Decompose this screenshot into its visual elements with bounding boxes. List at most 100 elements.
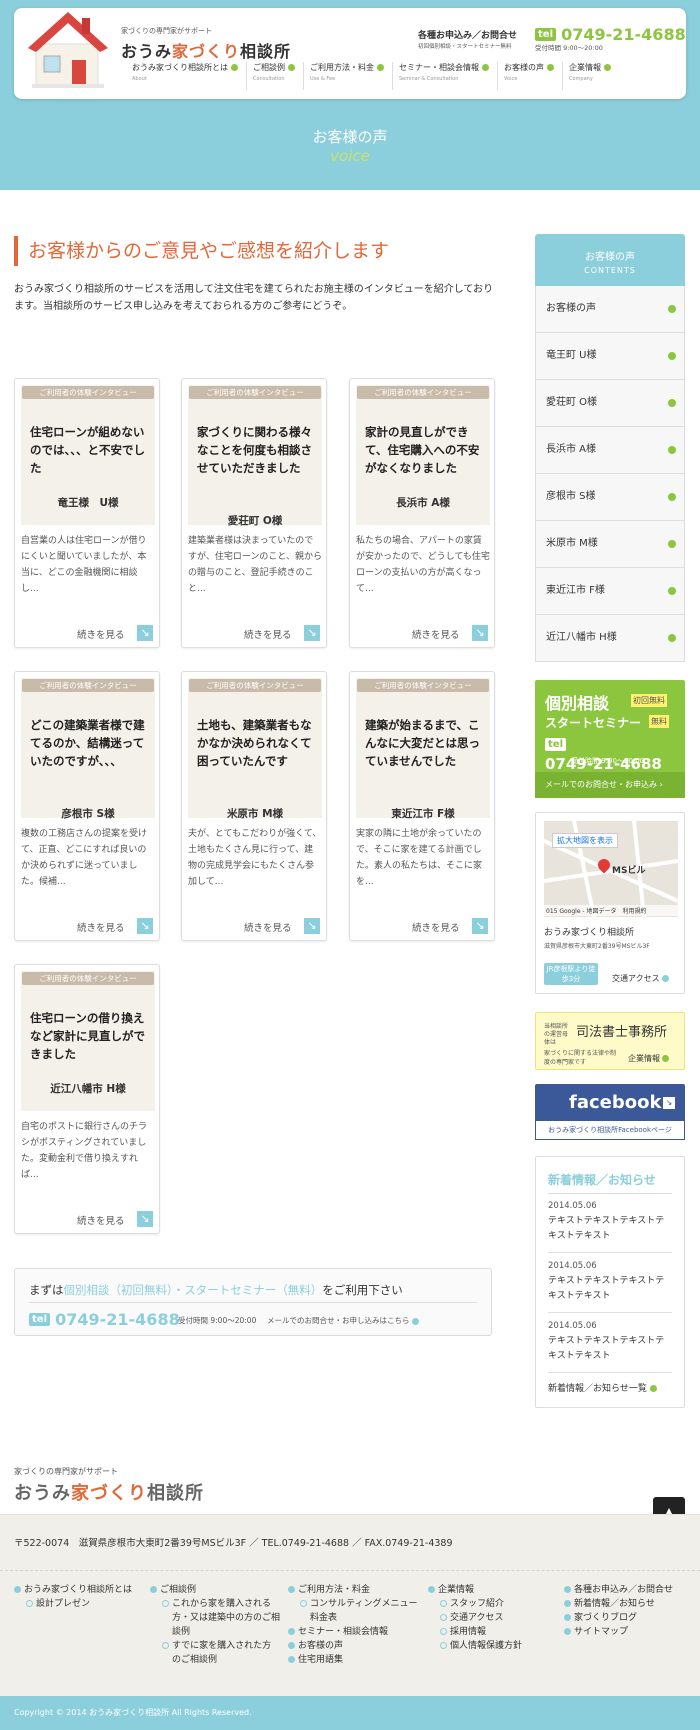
footer-link[interactable]: おうみ家づくり相談所とは — [14, 1583, 144, 1597]
footer-sublink[interactable]: これから家を購入される方・又は建築中の方のご相談例 — [150, 1597, 280, 1639]
cta-mail-link[interactable]: メールでのお問合せ・お申し込みはこちら — [267, 1315, 419, 1326]
footer-sublink[interactable]: 採用情報 — [428, 1625, 558, 1639]
sidebar-item[interactable]: 愛荘町 O様 — [535, 380, 685, 427]
arrow-circle-icon — [604, 64, 611, 71]
footer-sublink[interactable]: すでに家を購入された方のご相談例 — [150, 1639, 280, 1667]
footer-link[interactable]: お客様の声 — [288, 1639, 418, 1653]
consultation-banner[interactable]: 個別相談 初回無料 スタートセミナー 無料 tel 0749-21-4688 受… — [535, 680, 685, 798]
card-body: 実家の隣に土地が余っていたので、そこに家を建てる計画でした。素人の私たちは、そこ… — [356, 829, 483, 887]
footer-col: ご利用方法・料金 コンサルティングメニュー料金表 セミナー・相談会情報 お客様の… — [288, 1583, 418, 1667]
arrow-down-right-icon[interactable]: ↘ — [137, 1211, 153, 1227]
consultation-cta: まずは個別相談（初回無料）・スタートセミナー（無料）をご利用下さい tel 07… — [14, 1268, 492, 1336]
read-more-link[interactable]: 続きを見る — [77, 627, 125, 641]
footer-sublink[interactable]: 設計プレゼン — [14, 1597, 144, 1611]
footer-link[interactable]: サイトマップ — [564, 1625, 694, 1639]
sidebar-item[interactable]: お客様の声 — [535, 286, 685, 333]
card-name: 竜王様 U様 — [57, 497, 119, 509]
office-address: 滋賀県彦根市大東町2番39号MSビル3F — [544, 943, 650, 950]
shiho-title: 司法書士事務所 — [576, 1025, 668, 1040]
footer-link[interactable]: 新着情報／お知らせ — [564, 1597, 694, 1611]
nav-company[interactable]: 企業情報 Company — [562, 62, 619, 90]
footer-link[interactable]: セミナー・相談会情報 — [288, 1625, 418, 1639]
footer-sublink[interactable]: コンサルティングメニュー料金表 — [288, 1597, 418, 1625]
footer-sublink[interactable]: 交通アクセス — [428, 1611, 558, 1625]
sidebar-item[interactable]: 近江八幡市 H様 — [535, 615, 685, 662]
banner-mail-link[interactable]: メールでのお問合せ・お申込み › — [535, 772, 685, 798]
sidebar-item-label: 愛荘町 O様 — [546, 397, 598, 408]
read-more-link[interactable]: 続きを見る — [412, 627, 460, 641]
read-more-link[interactable]: 続きを見る — [77, 920, 125, 934]
map[interactable]: 拡大地図を表示 MSビル 015 Google - 地図データ 利用規約 — [544, 821, 678, 917]
footer-logo[interactable]: おうみ家づくり相談所 — [14, 1479, 204, 1505]
arrow-circle-icon — [668, 587, 676, 595]
news-item[interactable]: 2014.05.06 テキストテキストテキストテキストテキスト — [548, 1321, 672, 1373]
voice-card[interactable]: ご利用者の体験インタビュー どこの建築業者様で建てるのか、結構迷っていたのですが… — [14, 671, 160, 941]
footer-sublink[interactable]: 個人情報保護方針 — [428, 1639, 558, 1653]
arrow-down-right-icon[interactable]: ↘ — [304, 918, 320, 934]
access-link[interactable]: 交通アクセス — [612, 973, 669, 984]
arrow-down-right-icon[interactable]: ↘ — [137, 625, 153, 641]
voice-card[interactable]: ご利用者の体験インタビュー 建築が始まるまで、こんなに大変だとは思っていませんで… — [349, 671, 495, 941]
cta-highlight-link[interactable]: 個別相談（初回無料）・スタートセミナー（無料） — [64, 1283, 323, 1297]
footer-link[interactable]: 各種お申込み／お問合せ — [564, 1583, 694, 1597]
arrow-down-right-icon[interactable]: ↘ — [472, 918, 488, 934]
sidebar-title: お客様の声 — [585, 252, 635, 263]
arrow-circle-icon — [662, 1055, 669, 1062]
house-logo-icon[interactable] — [22, 8, 114, 90]
footer-link[interactable]: 住宅用語集 — [288, 1653, 418, 1667]
news-item[interactable]: 2014.05.06 テキストテキストテキストテキストテキスト — [548, 1201, 672, 1253]
arrow-down-right-icon[interactable]: ↘ — [304, 625, 320, 641]
sidebar-item[interactable]: 米原市 M様 — [535, 521, 685, 568]
voice-card[interactable]: ご利用者の体験インタビュー 家づくりに関わる様々なことを何度も相談させていただき… — [181, 378, 327, 648]
card-tag: ご利用者の体験インタビュー — [22, 679, 154, 692]
enlarge-map-link[interactable]: 拡大地図を表示 — [552, 833, 618, 848]
page-subtitle: voice — [330, 147, 370, 165]
nav-consultation[interactable]: ご相談例 Consultation — [246, 62, 303, 90]
arrow-down-right-icon[interactable]: ↘ — [137, 918, 153, 934]
sidebar-item[interactable]: 彦根市 S様 — [535, 474, 685, 521]
company-info-link[interactable]: 企業情報 — [628, 1053, 669, 1064]
read-more-link[interactable]: 続きを見る — [412, 920, 460, 934]
arrow-circle-icon — [288, 64, 295, 71]
inquiry-link[interactable]: 各種お申込み／お問合せ — [418, 28, 517, 41]
access-label: 交通アクセス — [612, 974, 660, 983]
nav-voice[interactable]: お客様の声 Voice — [497, 62, 562, 90]
footer-link[interactable]: 企業情報 — [428, 1583, 558, 1597]
nav-use-fee[interactable]: ご利用方法・料金 Use & Fee — [303, 62, 392, 90]
voice-card[interactable]: ご利用者の体験インタビュー 住宅ローンの借り換えなど家計に見直しができました 近… — [14, 964, 160, 1234]
divider — [548, 1193, 672, 1194]
station-badge: JR彦根駅より徒歩3分 — [544, 963, 598, 985]
nav-label: ご利用方法・料金 — [310, 63, 374, 72]
voice-card[interactable]: ご利用者の体験インタビュー 家計の見直しができて、住宅購入への不安がなくなりまし… — [349, 378, 495, 648]
card-body: 複数の工務店さんの提案を受けて、正直、どこにすれば良いのか決められずに迷っていま… — [21, 829, 148, 887]
arrow-down-right-icon[interactable]: ↘ — [472, 625, 488, 641]
facebook-banner[interactable]: facebook ↘ おうみ家づくり相談所Facebookページ — [535, 1084, 685, 1140]
footer-link[interactable]: 家づくりブログ — [564, 1611, 694, 1625]
read-more-link[interactable]: 続きを見る — [244, 627, 292, 641]
nav-about[interactable]: おうみ家づくり相談所とは About — [126, 62, 246, 90]
voice-card[interactable]: ご利用者の体験インタビュー 土地も、建築業者もなかなか決められなくて困っていたん… — [181, 671, 327, 941]
voice-card[interactable]: ご利用者の体験インタビュー 住宅ローンが組めないのでは、、、と不安でした 竜王様… — [14, 378, 160, 648]
access-map-box: 拡大地図を表示 MSビル 015 Google - 地図データ 利用規約 おうみ… — [535, 812, 685, 994]
footer-link[interactable]: ご相談例 — [150, 1583, 280, 1597]
footer-sublink[interactable]: スタッフ紹介 — [428, 1597, 558, 1611]
news-text: テキストテキストテキストテキストテキスト — [548, 1276, 665, 1301]
header-tel[interactable]: tel 0749-21-4688 — [535, 24, 686, 44]
news-all-link[interactable]: 新着情報／お知らせ一覧 — [548, 1381, 657, 1394]
sidebar-item[interactable]: 長浜市 A様 — [535, 427, 685, 474]
sidebar-item-label: 東近江市 F様 — [546, 585, 605, 596]
read-more-link[interactable]: 続きを見る — [77, 1213, 125, 1227]
read-more-link[interactable]: 続きを見る — [244, 920, 292, 934]
sidebar-item[interactable]: 竜王町 U様 — [535, 333, 685, 380]
cta-tel[interactable]: tel 0749-21-4688 — [29, 1309, 180, 1329]
news-item[interactable]: 2014.05.06 テキストテキストテキストテキストテキスト — [548, 1261, 672, 1313]
card-name: 米原市 M様 — [226, 808, 284, 820]
arrow-circle-icon — [231, 64, 238, 71]
nav-label: 企業情報 — [569, 63, 601, 72]
nav-seminar[interactable]: セミナー・相談会情報 Seminar & Consultation — [392, 62, 497, 90]
footer-link[interactable]: ご利用方法・料金 — [288, 1583, 418, 1597]
sidebar-item[interactable]: 東近江市 F様 — [535, 568, 685, 615]
judicial-scrivener-banner[interactable]: 当相談所の運営母体は 司法書士事務所 家づくりに関する法律や制度の専門家です 企… — [535, 1012, 685, 1070]
card-tag: ご利用者の体験インタビュー — [357, 679, 489, 692]
site-logo[interactable]: おうみ家づくり相談所 — [121, 38, 291, 62]
